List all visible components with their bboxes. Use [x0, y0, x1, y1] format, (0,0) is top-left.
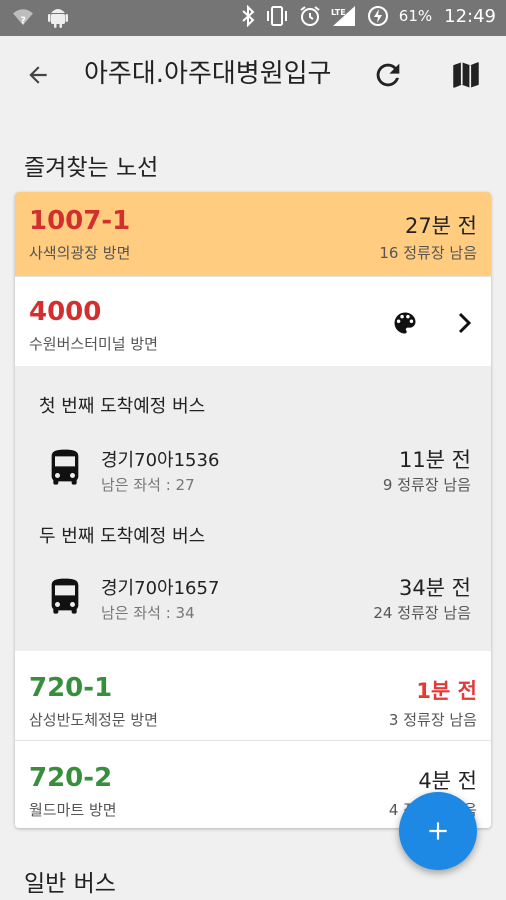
route-number: 4000 [29, 297, 102, 327]
status-bar: ? LTE 61% 12:49 [0, 0, 506, 36]
seats-remaining: 남은 좌석 : 27 [101, 476, 195, 494]
refresh-button[interactable] [368, 55, 408, 95]
route-row-4000[interactable]: 4000 수원버스터미널 방면 [15, 276, 491, 366]
palette-icon[interactable] [391, 309, 419, 337]
svg-text:?: ? [20, 15, 26, 26]
bus-icon [51, 449, 79, 485]
bluetooth-icon [242, 5, 255, 27]
route-row-1007-1[interactable]: 1007-1 사색의광장 방면 27분 전 16 정류장 남음 [15, 192, 491, 276]
page-title: 아주대.아주대병원입구 [84, 59, 332, 89]
bus-icon [51, 578, 79, 614]
favorites-card: 1007-1 사색의광장 방면 27분 전 16 정류장 남음 4000 수원버… [15, 192, 491, 828]
route-number: 720-1 [29, 673, 113, 703]
back-button[interactable] [20, 57, 56, 93]
stops-remaining: 3 정류장 남음 [388, 711, 477, 729]
bus-stops-remaining: 9 정류장 남음 [382, 476, 471, 494]
general-section-title: 일반 버스 [24, 871, 116, 897]
chevron-right-icon[interactable] [453, 309, 477, 337]
wifi-question-icon: ? [13, 9, 33, 26]
route-number: 720-2 [29, 763, 113, 793]
bus-plate: 경기70아1536 [101, 450, 220, 471]
route-4000-details: 첫 번째 도착예정 버스 경기70아1536 남은 좌석 : 27 11분 전 … [15, 366, 491, 651]
route-row-720-1[interactable]: 720-1 삼성반도체정문 방면 1분 전 3 정류장 남음 [15, 651, 491, 740]
first-bus-label: 첫 번째 도착예정 버스 [39, 396, 206, 417]
stops-remaining: 16 정류장 남음 [379, 244, 477, 262]
map-button[interactable] [446, 55, 486, 95]
battery-charging-icon [367, 6, 388, 26]
favorites-section-title: 즐겨찾는 노선 [24, 155, 159, 181]
back-arrow-icon [29, 66, 47, 84]
bus-arrival-time: 34분 전 [398, 576, 471, 600]
route-direction: 사색의광장 방면 [29, 244, 131, 262]
bus-arrival-time: 11분 전 [398, 448, 471, 472]
route-number: 1007-1 [29, 206, 131, 236]
battery-percent: 61% [398, 7, 433, 25]
arrival-time: 4분 전 [418, 769, 477, 793]
map-icon [453, 62, 479, 88]
second-bus-label: 두 번째 도착예정 버스 [39, 526, 206, 547]
android-icon [48, 9, 68, 28]
signal-icon: LTE [331, 6, 355, 26]
route-direction: 삼성반도체정문 방면 [29, 711, 158, 729]
arrival-time: 27분 전 [404, 214, 477, 238]
refresh-icon [376, 63, 400, 87]
toolbar: 아주대.아주대병원입구 [0, 36, 506, 114]
clock: 12:49 [444, 5, 496, 27]
arrival-time: 1분 전 [416, 679, 477, 703]
route-direction: 월드마트 방면 [29, 801, 117, 819]
route-direction: 수원버스터미널 방면 [29, 335, 158, 353]
vibrate-icon [266, 6, 287, 26]
plus-icon [429, 822, 447, 840]
network-type-label: LTE [331, 8, 346, 17]
bus-plate: 경기70아1657 [101, 578, 220, 599]
add-route-button[interactable] [399, 792, 477, 870]
alarm-icon [300, 6, 320, 26]
seats-remaining: 남은 좌석 : 34 [101, 604, 195, 622]
bus-stops-remaining: 24 정류장 남음 [373, 604, 471, 622]
